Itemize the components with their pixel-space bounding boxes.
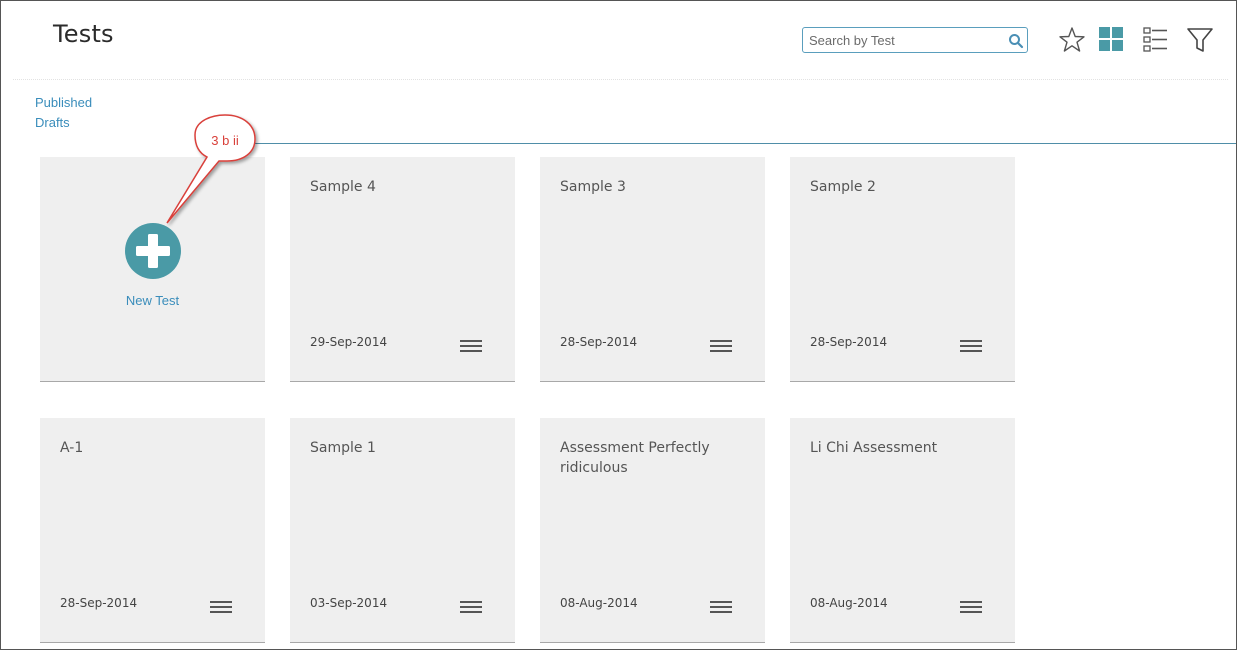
menu-icon[interactable] [460,340,482,354]
menu-icon[interactable] [460,601,482,615]
filter-icon[interactable] [1185,25,1215,55]
new-test-label[interactable]: New Test [40,293,265,308]
annotation-label: 3 b ii [211,133,239,148]
menu-icon[interactable] [210,601,232,615]
test-card-date: 08-Aug-2014 [560,596,638,610]
add-test-icon[interactable] [125,223,181,279]
menu-icon[interactable] [710,340,732,354]
test-card-date: 29-Sep-2014 [310,335,388,349]
test-card[interactable]: Li Chi Assessment 08-Aug-2014 [790,418,1015,643]
annotation-callout [166,114,256,224]
grid-view-icon[interactable] [1097,25,1127,55]
test-card[interactable]: Sample 1 03-Sep-2014 [290,418,515,643]
search-icon[interactable] [1008,33,1024,49]
test-card[interactable]: Sample 3 28-Sep-2014 [540,157,765,382]
tab-drafts[interactable]: Drafts [35,115,70,130]
menu-icon[interactable] [960,601,982,615]
test-card-date: 28-Sep-2014 [60,596,138,610]
tests-page: Tests Published Drafts [0,0,1237,650]
test-card-title[interactable]: Sample 3 [560,177,750,197]
test-card-title[interactable]: Sample 1 [310,438,500,458]
test-card[interactable]: Sample 2 28-Sep-2014 [790,157,1015,382]
list-view-icon[interactable] [1141,25,1171,55]
test-card-date: 28-Sep-2014 [810,335,888,349]
star-icon[interactable] [1057,25,1087,55]
test-card-title[interactable]: Assessment Perfectly ridiculous [560,438,750,478]
menu-icon[interactable] [960,340,982,354]
search-input[interactable] [809,31,1005,49]
tabs-divider [247,143,1236,144]
test-card-date: 28-Sep-2014 [560,335,638,349]
test-card[interactable]: A-1 28-Sep-2014 [40,418,265,643]
test-card-date: 08-Aug-2014 [810,596,888,610]
header-divider [13,79,1228,80]
test-card[interactable]: Sample 4 29-Sep-2014 [290,157,515,382]
menu-icon[interactable] [710,601,732,615]
test-card-title[interactable]: A-1 [60,438,250,458]
test-card-date: 03-Sep-2014 [310,596,388,610]
search-box[interactable] [802,27,1028,53]
page-title: Tests [53,20,114,48]
tab-published[interactable]: Published [35,95,92,110]
test-card-title[interactable]: Sample 2 [810,177,1000,197]
test-card-title[interactable]: Li Chi Assessment [810,438,1000,458]
test-card-title[interactable]: Sample 4 [310,177,500,197]
test-card[interactable]: Assessment Perfectly ridiculous 08-Aug-2… [540,418,765,643]
